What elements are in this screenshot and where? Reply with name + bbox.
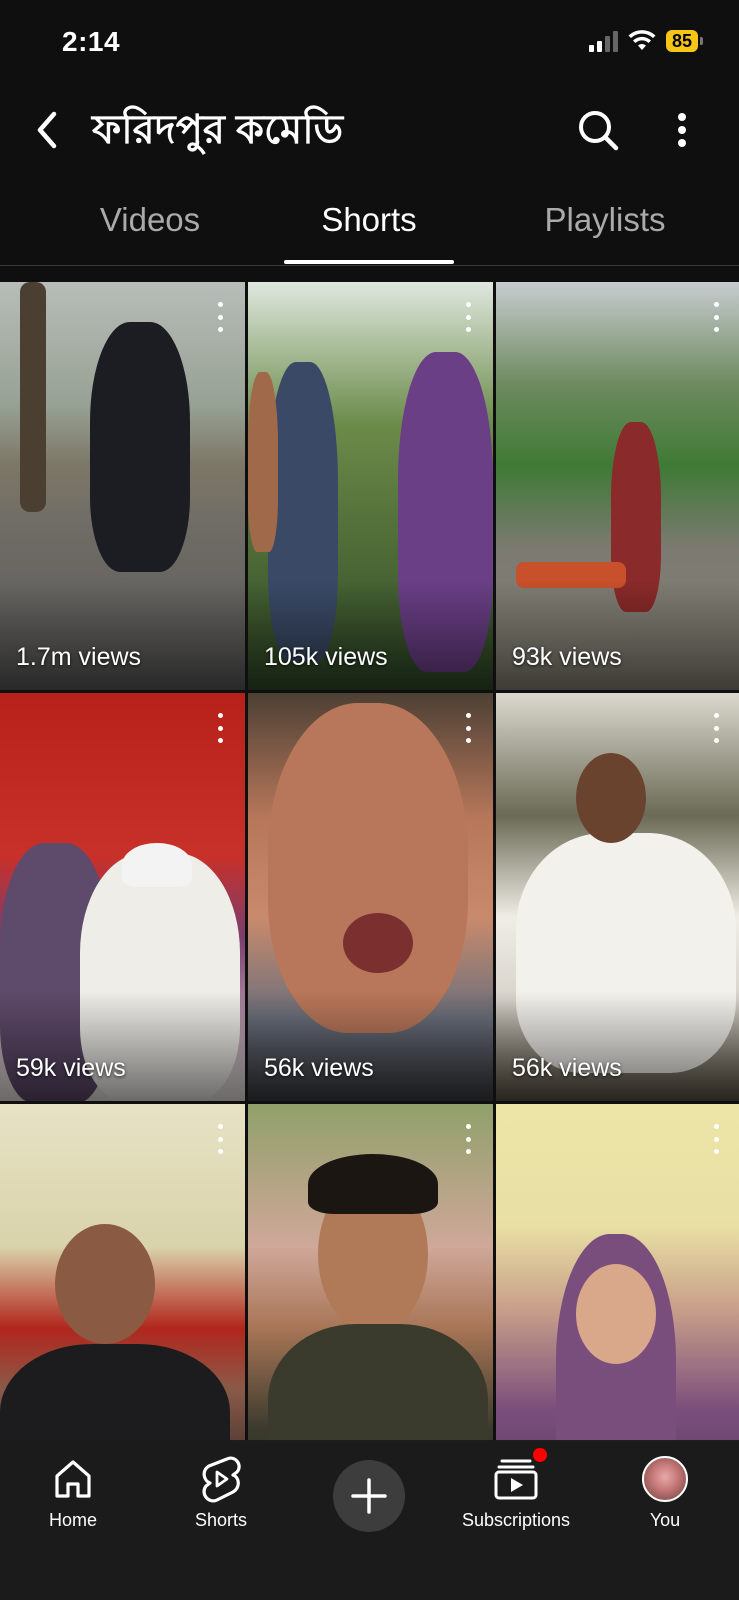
back-button[interactable] [22, 102, 72, 158]
tab-shorts[interactable]: Shorts [283, 198, 455, 242]
wifi-icon [628, 30, 656, 50]
nav-shorts-label: Shorts [194, 1510, 248, 1530]
channel-tabs: Videos Shorts Playlists [0, 180, 739, 266]
short-thumbnail[interactable]: 56k views [496, 693, 739, 1101]
nav-shorts[interactable]: Shorts [151, 1454, 291, 1564]
tab-playlists[interactable]: Playlists [510, 198, 700, 242]
battery-level: 85 [665, 30, 698, 52]
nav-you-label: You [649, 1510, 681, 1530]
plus-icon [333, 1460, 405, 1532]
subscriptions-icon [491, 1448, 547, 1504]
avatar [640, 1454, 690, 1504]
status-bar: 2:14 85 [0, 0, 739, 90]
channel-header: ফরিদপুর কমেডি [0, 90, 739, 170]
home-icon [48, 1454, 98, 1504]
short-views: 93k views [512, 643, 622, 671]
nav-subscriptions-label: Subscriptions [461, 1510, 571, 1530]
search-icon [579, 111, 619, 151]
active-tab-indicator [284, 260, 454, 264]
short-thumbnail[interactable]: 59k views [0, 693, 245, 1101]
nav-home[interactable]: Home [3, 1454, 143, 1564]
short-more-button[interactable] [213, 1124, 227, 1154]
short-more-button[interactable] [709, 302, 723, 332]
status-time: 2:14 [62, 26, 121, 57]
search-button[interactable] [572, 102, 624, 158]
signal-icon [588, 30, 618, 52]
more-vertical-icon [678, 113, 686, 147]
short-more-button[interactable] [461, 302, 475, 332]
short-more-button[interactable] [709, 1124, 723, 1154]
create-button[interactable] [299, 1454, 439, 1564]
short-views: 56k views [264, 1054, 374, 1082]
shorts-grid: 1.7m views 105k views 93k views 59k view… [0, 282, 739, 1442]
chevron-left-icon [37, 111, 57, 149]
channel-title: ফরিদপুর কমেডি [92, 108, 344, 152]
short-more-button[interactable] [461, 713, 475, 743]
short-more-button[interactable] [213, 302, 227, 332]
short-thumbnail[interactable]: 105k views [248, 282, 493, 690]
shorts-icon [196, 1454, 246, 1504]
short-more-button[interactable] [213, 713, 227, 743]
nav-home-label: Home [48, 1510, 97, 1530]
short-views: 59k views [16, 1054, 126, 1082]
notification-dot [533, 1448, 547, 1462]
battery-icon: 85 [665, 30, 703, 52]
short-more-button[interactable] [461, 1124, 475, 1154]
short-more-button[interactable] [709, 713, 723, 743]
bottom-navigation: Home Shorts Subscriptions You [0, 1440, 739, 1600]
short-thumbnail[interactable] [496, 1104, 739, 1442]
short-thumbnail[interactable] [0, 1104, 245, 1442]
more-options-button[interactable] [660, 102, 704, 158]
tab-videos[interactable]: Videos [60, 198, 240, 242]
nav-subscriptions[interactable]: Subscriptions [446, 1448, 586, 1564]
short-views: 56k views [512, 1054, 622, 1082]
nav-you[interactable]: You [595, 1454, 735, 1564]
short-thumbnail[interactable]: 93k views [496, 282, 739, 690]
short-thumbnail[interactable]: 56k views [248, 693, 493, 1101]
short-thumbnail[interactable]: 1.7m views [0, 282, 245, 690]
short-thumbnail[interactable] [248, 1104, 493, 1442]
status-icons: 85 [588, 30, 703, 52]
short-views: 105k views [264, 643, 388, 671]
short-views: 1.7m views [16, 643, 142, 671]
